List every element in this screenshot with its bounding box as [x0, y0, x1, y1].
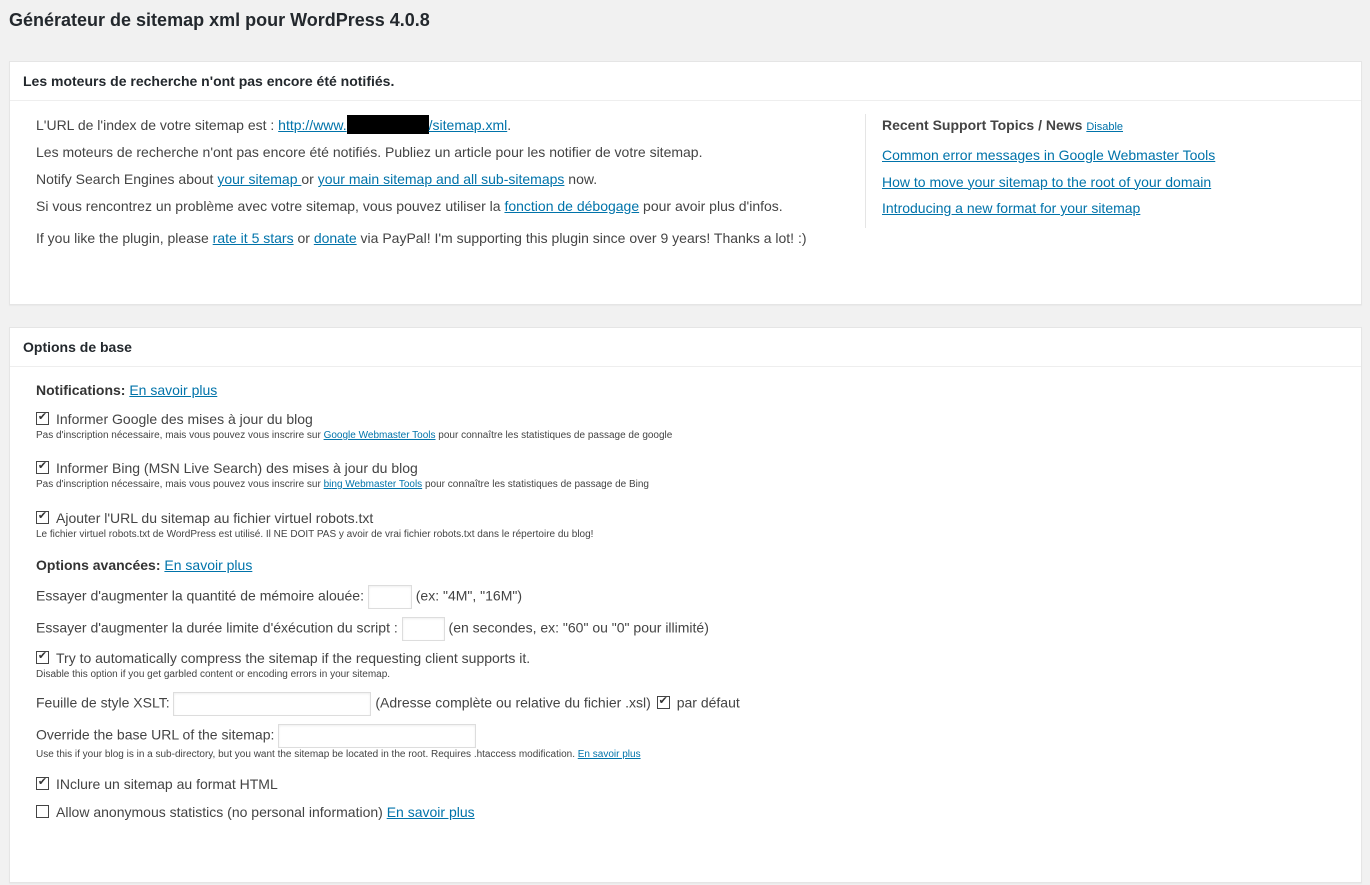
- help-text: Pas d'inscription nécessaire, mais vous …: [36, 430, 324, 441]
- list-item: How to move your sitemap to the root of …: [882, 172, 1352, 192]
- sitemap-url-label: L'URL de l'index de votre sitemap est :: [36, 117, 279, 133]
- compress-option: Try to automatically compress the sitema…: [36, 648, 1336, 668]
- support-topic-link[interactable]: Introducing a new format for your sitema…: [882, 200, 1140, 216]
- robots-label: Ajouter l'URL du sitemap au fichier virt…: [56, 510, 374, 526]
- time-hint: (en secondes, ex: "60" ou "0" pour illim…: [448, 619, 709, 636]
- memory-hint: (ex: "4M", "16M"): [415, 587, 522, 604]
- support-plugin-line: If you like the plugin, please rate it 5…: [36, 228, 866, 248]
- time-option: Essayer d'augmenter la durée limite d'éx…: [36, 617, 1336, 641]
- debug-label: Si vous rencontrez un problème avec votr…: [36, 198, 505, 214]
- html-sitemap-checkbox[interactable]: [36, 777, 49, 790]
- xslt-hint: (Adresse complète ou relative du fichier…: [375, 694, 651, 711]
- debug-suffix: pour avoir plus d'infos.: [639, 198, 783, 214]
- baseurl-option: Override the base URL of the sitemap:: [36, 724, 1336, 748]
- baseurl-input[interactable]: [278, 724, 477, 748]
- robots-help: Le fichier virtuel robots.txt de WordPre…: [36, 529, 594, 540]
- xslt-default-checkbox[interactable]: [656, 695, 670, 709]
- xslt-input[interactable]: [173, 692, 372, 716]
- support-topic-link[interactable]: Common error messages in Google Webmaste…: [882, 147, 1215, 163]
- ping-google-label: Informer Google des mises à jour du blog: [56, 411, 313, 427]
- time-label: Essayer d'augmenter la durée limite d'éx…: [36, 619, 402, 636]
- anon-stats-option: Allow anonymous statistics (no personal …: [36, 802, 1336, 822]
- memory-label: Essayer d'augmenter la quantité de mémoi…: [36, 587, 368, 604]
- anon-stats-label: Allow anonymous statistics (no personal …: [56, 804, 387, 820]
- ping-bing-help: Pas d'inscription nécessaire, mais vous …: [36, 478, 1336, 492]
- ping-google-option: Informer Google des mises à jour du blog: [36, 409, 1336, 429]
- sitemap-url-link[interactable]: http://www. /sitemap.xml: [278, 115, 508, 134]
- baseurl-help: Use this if your blog is in a sub-direct…: [36, 748, 1336, 762]
- xslt-default-label: par défaut: [676, 694, 740, 711]
- robots-checkbox[interactable]: [36, 511, 49, 524]
- notify-all-sitemaps-link[interactable]: your main sitemap and all sub-sitemaps: [318, 171, 565, 187]
- memory-option: Essayer d'augmenter la quantité de mémoi…: [36, 585, 1336, 609]
- help-text: Pas d'inscription nécessaire, mais vous …: [36, 479, 324, 490]
- notifications-section-heading: Notifications: En savoir plus: [36, 380, 1336, 400]
- ping-bing-option: Informer Bing (MSN Live Search) des mise…: [36, 458, 1336, 478]
- ping-bing-checkbox[interactable]: [36, 461, 49, 474]
- robots-option: Ajouter l'URL du sitemap au fichier virt…: [36, 508, 1336, 528]
- time-input[interactable]: [401, 617, 445, 641]
- debug-function-link[interactable]: fonction de débogage: [504, 198, 639, 214]
- help-text: pour connaître les statistiques de passa…: [435, 430, 673, 441]
- xslt-option: Feuille de style XSLT: (Adresse complète…: [36, 692, 1336, 716]
- help-text: pour connaître les statistiques de passa…: [422, 479, 649, 490]
- xslt-label: Feuille de style XSLT:: [36, 694, 174, 711]
- notify-now: now.: [564, 171, 598, 187]
- redacted-domain: [346, 115, 429, 134]
- compress-label: Try to automatically compress the sitema…: [56, 650, 531, 666]
- ping-bing-label: Informer Bing (MSN Live Search) des mise…: [56, 460, 418, 476]
- help-text: Use this if your blog is in a sub-direct…: [36, 749, 578, 760]
- anon-stats-learn-more-link[interactable]: En savoir plus: [387, 804, 475, 820]
- advanced-label: Options avancées:: [36, 557, 161, 573]
- vertical-divider: [865, 114, 866, 228]
- page-title: Générateur de sitemap xml pour WordPress…: [9, 10, 430, 30]
- status-box-heading: Les moteurs de recherche n'ont pas encor…: [10, 62, 1361, 101]
- donate-link[interactable]: donate: [314, 230, 357, 246]
- baseurl-label: Override the base URL of the sitemap:: [36, 726, 279, 743]
- sitemap-index-url-line: L'URL de l'index de votre sitemap est : …: [36, 115, 866, 135]
- sitemap-url-period: .: [507, 117, 512, 133]
- basic-options-box: Options de base Notifications: En savoir…: [9, 327, 1362, 883]
- notify-engines-line: Notify Search Engines about your sitemap…: [36, 169, 866, 189]
- notifications-learn-more-link[interactable]: En savoir plus: [129, 382, 217, 398]
- debug-line: Si vous rencontrez un problème avec votr…: [36, 196, 866, 216]
- support-topics-list: Common error messages in Google Webmaste…: [882, 145, 1352, 218]
- support-topic-link[interactable]: How to move your sitemap to the root of …: [882, 174, 1211, 190]
- baseurl-learn-more-link[interactable]: En savoir plus: [578, 749, 641, 760]
- notify-your-sitemap-link[interactable]: your sitemap: [217, 171, 301, 187]
- support-heading-text: Recent Support Topics / News: [882, 117, 1083, 133]
- notify-label: Notify Search Engines about: [36, 171, 218, 187]
- like-or: or: [293, 230, 314, 246]
- html-sitemap-label: INclure un sitemap au format HTML: [56, 776, 278, 792]
- like-label: If you like the plugin, please: [36, 230, 213, 246]
- advanced-learn-more-link[interactable]: En savoir plus: [164, 557, 252, 573]
- sitemap-status-box: Les moteurs de recherche n'ont pas encor…: [9, 61, 1362, 305]
- memory-input[interactable]: [367, 585, 412, 609]
- list-item: Introducing a new format for your sitema…: [882, 198, 1352, 218]
- ping-google-checkbox[interactable]: [36, 412, 49, 425]
- bing-webmaster-tools-link[interactable]: bing Webmaster Tools: [324, 479, 423, 490]
- options-list: Notifications: En savoir plus Informer G…: [36, 380, 1336, 822]
- sitemap-url-end: /sitemap.xml: [428, 117, 508, 133]
- rate-plugin-link[interactable]: rate it 5 stars: [213, 230, 294, 246]
- html-sitemap-option: INclure un sitemap au format HTML: [36, 774, 1336, 794]
- compress-help: Disable this option if you get garbled c…: [36, 669, 391, 680]
- disable-news-link[interactable]: Disable: [1086, 121, 1123, 133]
- support-topics-heading: Recent Support Topics / News Disable: [882, 115, 1352, 137]
- not-notified-message: Les moteurs de recherche n'ont pas encor…: [36, 144, 703, 160]
- compress-checkbox[interactable]: [36, 651, 49, 664]
- sitemap-url-start: http://www.: [278, 117, 347, 133]
- like-suffix: via PayPal! I'm supporting this plugin s…: [356, 230, 807, 246]
- google-webmaster-tools-link[interactable]: Google Webmaster Tools: [324, 430, 436, 441]
- support-topics-panel: Recent Support Topics / News Disable Com…: [882, 115, 1352, 225]
- ping-google-help: Pas d'inscription nécessaire, mais vous …: [36, 429, 1336, 443]
- anon-stats-checkbox[interactable]: [36, 805, 49, 818]
- list-item: Common error messages in Google Webmaste…: [882, 145, 1352, 165]
- options-box-heading: Options de base: [10, 328, 1361, 367]
- status-messages: L'URL de l'index de votre sitemap est : …: [36, 115, 866, 255]
- notify-or: or: [301, 171, 318, 187]
- notifications-label: Notifications:: [36, 382, 126, 398]
- advanced-section-heading: Options avancées: En savoir plus: [36, 555, 1336, 575]
